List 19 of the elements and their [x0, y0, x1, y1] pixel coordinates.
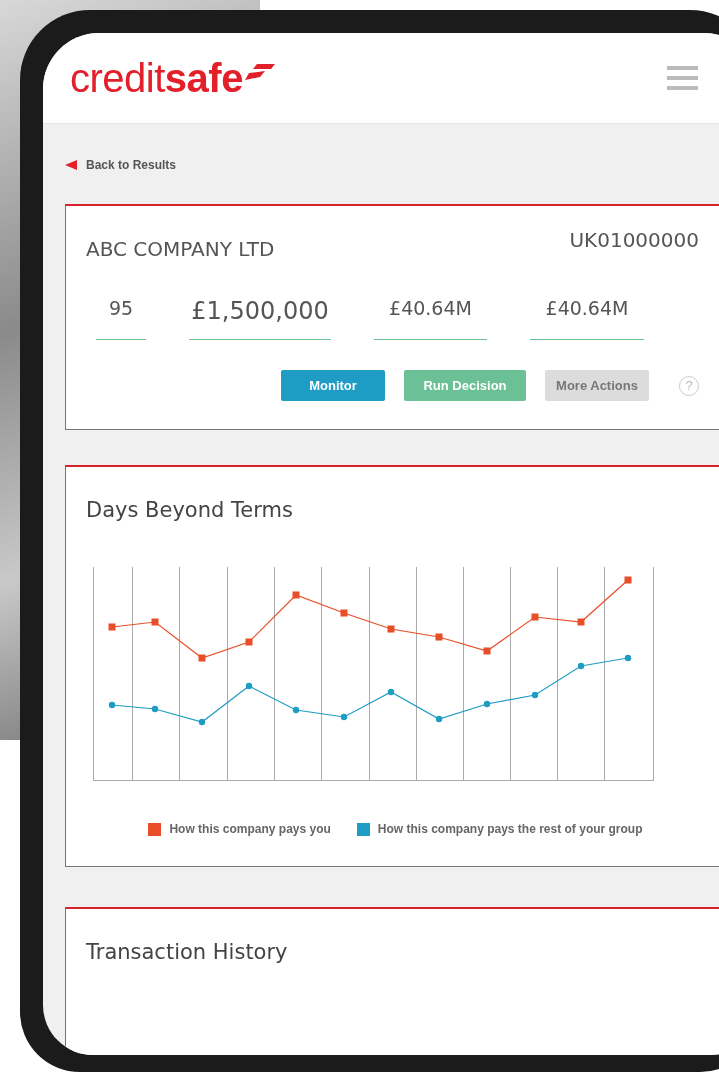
card-title: Transaction History [86, 940, 289, 964]
help-button[interactable]: ? [679, 375, 699, 396]
actions-button[interactable]: More Actions [545, 370, 649, 401]
legend-label: How this company pays the rest of your group [377, 822, 643, 836]
menu-icon[interactable] [667, 65, 698, 91]
back-arrow-icon [65, 160, 77, 170]
decision-button[interactable]: Run Decision [404, 370, 526, 401]
logo-mark-icon [244, 63, 275, 80]
stat-value: 95 [96, 297, 146, 340]
stat-value: £40.64M [374, 297, 487, 340]
company-name: ABC COMPANY LTD [86, 237, 275, 261]
back-link[interactable]: Back to Results [65, 158, 719, 172]
stat-value: £1,500,000 [189, 297, 331, 340]
stat-value: £40.64M [530, 297, 644, 340]
company-number: UK01000000 [569, 228, 699, 252]
monitor-button[interactable]: Monitor [281, 370, 385, 401]
legend-label: How this company pays you [169, 822, 331, 836]
card-title: Days Beyond Terms [86, 498, 294, 522]
logo[interactable]: creditsafe [70, 55, 243, 101]
